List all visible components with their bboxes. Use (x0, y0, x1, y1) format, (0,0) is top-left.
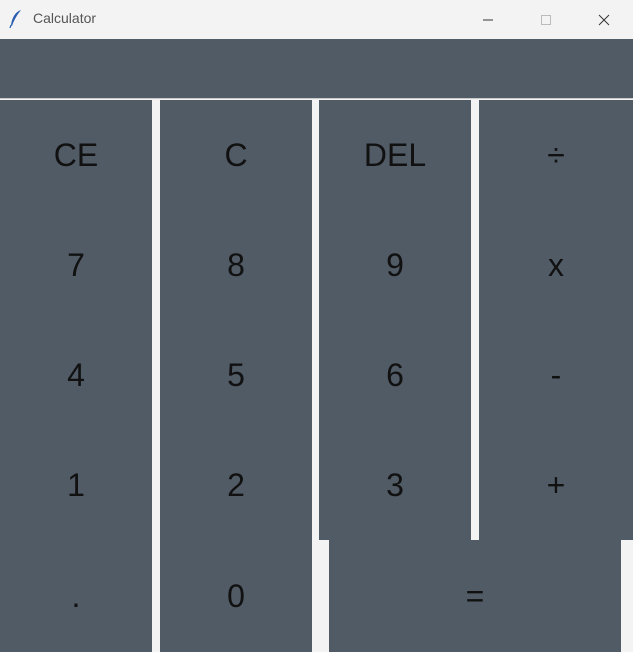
minus-button[interactable]: - (479, 320, 633, 430)
window-title: Calculator (33, 10, 97, 26)
digit-1-button[interactable]: 1 (0, 430, 152, 540)
digit-4-button[interactable]: 4 (0, 320, 152, 430)
close-icon (598, 14, 610, 26)
title-bar[interactable]: Calculator (0, 0, 633, 39)
digit-0-button[interactable]: 0 (160, 540, 312, 652)
calculator-window: Calculator CE C DEL ÷ 7 8 9 x 4 5 6 - 1 … (0, 0, 633, 652)
multiply-button[interactable]: x (479, 210, 633, 320)
digit-3-button[interactable]: 3 (319, 430, 471, 540)
close-button[interactable] (575, 0, 633, 39)
maximize-button[interactable] (517, 0, 575, 39)
equals-button[interactable]: = (329, 540, 621, 652)
maximize-icon (540, 14, 552, 26)
result-display (0, 39, 633, 99)
digit-5-button[interactable]: 5 (160, 320, 312, 430)
minimize-button[interactable] (459, 0, 517, 39)
digit-7-button[interactable]: 7 (0, 210, 152, 320)
decimal-point-button[interactable]: . (0, 540, 152, 652)
clear-button[interactable]: C (160, 100, 312, 210)
digit-8-button[interactable]: 8 (160, 210, 312, 320)
divide-button[interactable]: ÷ (479, 100, 633, 210)
ce-button[interactable]: CE (0, 100, 152, 210)
digit-9-button[interactable]: 9 (319, 210, 471, 320)
delete-button[interactable]: DEL (319, 100, 471, 210)
feather-icon (9, 9, 23, 29)
digit-6-button[interactable]: 6 (319, 320, 471, 430)
digit-2-button[interactable]: 2 (160, 430, 312, 540)
minimize-icon (482, 14, 494, 26)
plus-button[interactable]: + (479, 430, 633, 540)
